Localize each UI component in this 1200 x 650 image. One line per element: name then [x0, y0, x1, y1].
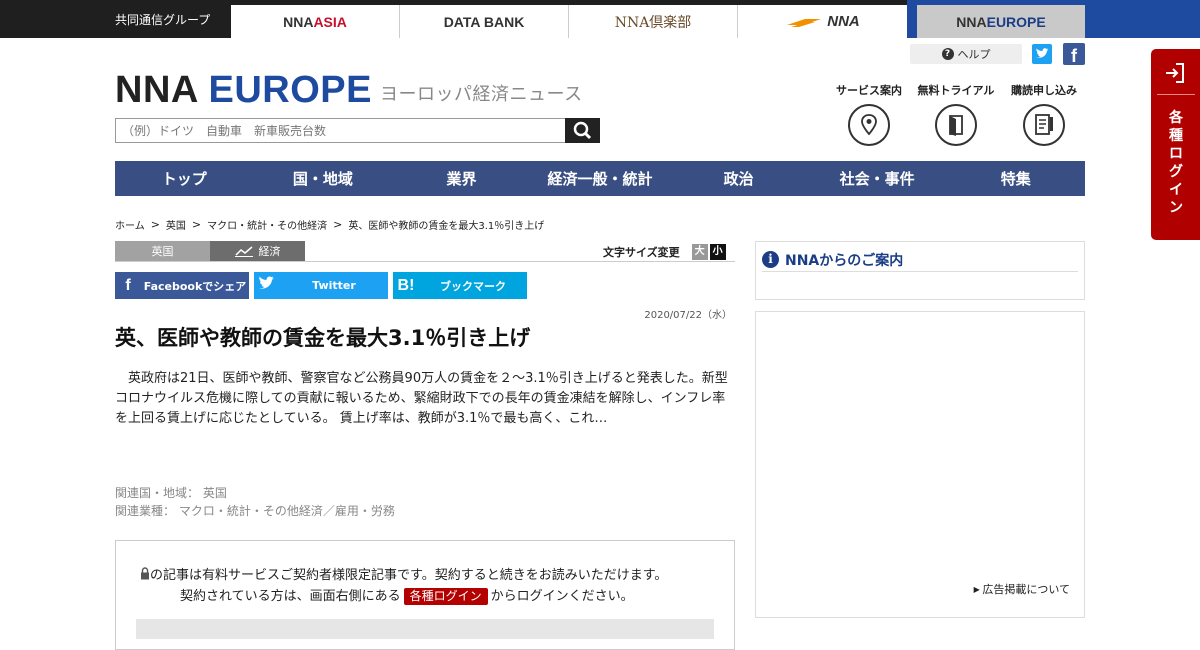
facebook-link[interactable]: f — [1063, 43, 1085, 66]
nna-info-header: i NNAからのご案内 — [762, 248, 1078, 272]
document-pen-icon — [1023, 104, 1065, 146]
facebook-share-button[interactable]: f Facebookでシェア — [115, 272, 249, 299]
search-icon — [573, 121, 592, 140]
free-trial-link[interactable]: 無料トライアル — [911, 82, 1001, 146]
article-body: 英政府は21日、医師や教師、警察官など公務員90万人の賃金を２～3.1％引き上げ… — [115, 371, 728, 426]
login-tab-divider — [1157, 94, 1195, 95]
subscribe-link[interactable]: 購読申し込み — [999, 82, 1089, 146]
login-side-tab[interactable]: 各種ログイン — [1151, 49, 1200, 240]
nna-info-title: NNAからのご案内 — [785, 252, 904, 269]
paywall-line2-post: からログインください。 — [490, 589, 634, 604]
breadcrumb: ホーム > 英国 > マクロ・統計・その他経済 > 英、医師や教師の賃金を最大3… — [115, 217, 544, 232]
help-label: ヘルプ — [957, 48, 991, 61]
tab-nna-asia-prefix: NNA — [283, 13, 314, 30]
related-industry[interactable]: 関連業種： マクロ・統計・その他経済／雇用・労務 — [115, 502, 395, 519]
line-chart-icon — [234, 246, 253, 257]
nna-swoosh-icon — [787, 18, 822, 27]
group-label: 共同通信グループ — [115, 13, 211, 27]
facebook-icon: f — [1071, 46, 1077, 66]
facebook-share-label: Facebookでシェア — [143, 279, 247, 293]
tag-category[interactable]: 経済 — [210, 241, 305, 261]
paywall-message: の記事は有料サービスご契約者様限定記事です。契約すると続きをお読みいただけます。 — [140, 564, 667, 583]
tab-nna-logo-text: NNA — [827, 13, 860, 30]
ad-info-link[interactable]: ▶ 広告掲載について — [974, 581, 1070, 597]
nav-society[interactable]: 社会・事件 — [808, 161, 947, 196]
font-size-small-button[interactable]: 小 — [709, 244, 726, 260]
nav-top[interactable]: トップ — [115, 161, 254, 196]
book-icon — [935, 104, 977, 146]
twitter-icon — [1036, 48, 1049, 58]
site-subtitle: ヨーロッパ経済ニュース — [380, 84, 583, 105]
sidebar-ad-slot: ▶ 広告掲載について — [755, 311, 1085, 618]
breadcrumb-current: 英、医師や教師の賃金を最大3.1％引き上げ — [348, 221, 545, 232]
nav-features[interactable]: 特集 — [946, 161, 1085, 196]
breadcrumb-separator: > — [333, 218, 343, 231]
article-date: 2020/07/22（水） — [644, 310, 732, 321]
hatena-bookmark-label: ブックマーク — [440, 279, 506, 293]
search-button[interactable] — [565, 118, 600, 143]
nav-economy-stats[interactable]: 経済一般・統計 — [531, 161, 670, 196]
font-size-control: 文字サイズ変更 大 小 — [603, 244, 726, 260]
paywall-login-hint: 契約されている方は、画面右側にある 各種ログイン からログインください。 — [180, 585, 634, 605]
info-icon: i — [762, 251, 779, 268]
help-button[interactable]: ? ヘルプ — [910, 44, 1022, 64]
tab-nna-logo[interactable]: NNA — [738, 5, 907, 38]
tag-country[interactable]: 英国 — [115, 241, 210, 261]
paywall-login-badge[interactable]: 各種ログイン — [403, 588, 488, 605]
tab-nna-club[interactable]: NNA倶楽部 — [569, 5, 738, 38]
map-pin-icon — [848, 104, 890, 146]
login-tab-label: 各種ログイン — [1169, 110, 1183, 216]
facebook-icon: f — [125, 276, 131, 294]
breadcrumb-home[interactable]: ホーム — [115, 217, 145, 232]
hatena-bookmark-button[interactable]: B! ブックマーク — [393, 272, 527, 299]
tag-category-label: 経済 — [258, 245, 281, 258]
main-nav: トップ 国・地域 業界 経済一般・統計 政治 社会・事件 特集 — [115, 161, 1085, 196]
subscribe-label: 購読申し込み — [1011, 84, 1077, 97]
lock-icon — [141, 567, 149, 580]
free-trial-label: 無料トライアル — [917, 84, 995, 97]
login-icon — [1166, 63, 1184, 83]
font-size-large-button[interactable]: 大 — [691, 244, 708, 260]
search-input[interactable] — [115, 118, 567, 143]
help-icon: ? — [941, 48, 954, 60]
breadcrumb-separator: > — [150, 218, 160, 231]
tab-nna-europe-prefix: NNA — [956, 13, 987, 30]
service-guide-label: サービス案内 — [836, 84, 902, 97]
search-bar — [115, 118, 600, 143]
service-guide-link[interactable]: サービス案内 — [824, 82, 914, 146]
tab-nna-europe[interactable]: NNA EUROPE — [917, 5, 1085, 38]
twitter-link[interactable] — [1032, 44, 1052, 64]
related-country[interactable]: 関連国・地域： 英国 — [115, 484, 227, 501]
paywall-box: の記事は有料サービスご契約者様限定記事です。契約すると続きをお読みいただけます。… — [115, 540, 735, 650]
nav-politics[interactable]: 政治 — [669, 161, 808, 196]
europe-tab-wrap: NNA EUROPE — [907, 0, 1200, 38]
twitter-icon — [254, 275, 280, 296]
tab-nna-europe-suffix: EUROPE — [986, 13, 1046, 30]
paywall-line1: の記事は有料サービスご契約者様限定記事です。契約すると続きをお読みいただけます。 — [150, 568, 668, 583]
font-size-label: 文字サイズ変更 — [603, 246, 680, 259]
tab-data-bank[interactable]: DATA BANK — [400, 5, 569, 38]
group-top-bar: 共同通信グループ NNA ASIA DATA BANK NNA倶楽部 NNA N… — [0, 0, 1200, 38]
logo-europe: EUROPE — [208, 69, 372, 111]
breadcrumb-macro[interactable]: マクロ・統計・その他経済 — [207, 217, 327, 232]
logo-nna: NNA — [115, 69, 209, 111]
breadcrumb-separator: > — [191, 218, 202, 231]
twitter-share-button[interactable]: Twitter — [254, 272, 388, 299]
article-title: 英、医師や教師の賃金を最大3.1％引き上げ — [115, 326, 531, 350]
paywall-line2-pre: 契約されている方は、画面右側にある — [180, 589, 401, 604]
tab-nna-asia[interactable]: NNA ASIA — [231, 5, 400, 38]
tab-nna-asia-suffix: ASIA — [313, 13, 347, 30]
hatena-bookmark-icon: B! — [397, 276, 415, 294]
nna-info-box: i NNAからのご案内 — [755, 241, 1085, 300]
site-logo[interactable]: NNA EUROPE — [115, 70, 372, 110]
nav-country-region[interactable]: 国・地域 — [254, 161, 393, 196]
nav-industry[interactable]: 業界 — [392, 161, 531, 196]
twitter-share-label: Twitter — [312, 279, 356, 292]
paywall-placeholder-bar — [136, 619, 714, 639]
breadcrumb-uk[interactable]: 英国 — [166, 217, 186, 232]
ad-info-label: 広告掲載について — [982, 583, 1070, 596]
